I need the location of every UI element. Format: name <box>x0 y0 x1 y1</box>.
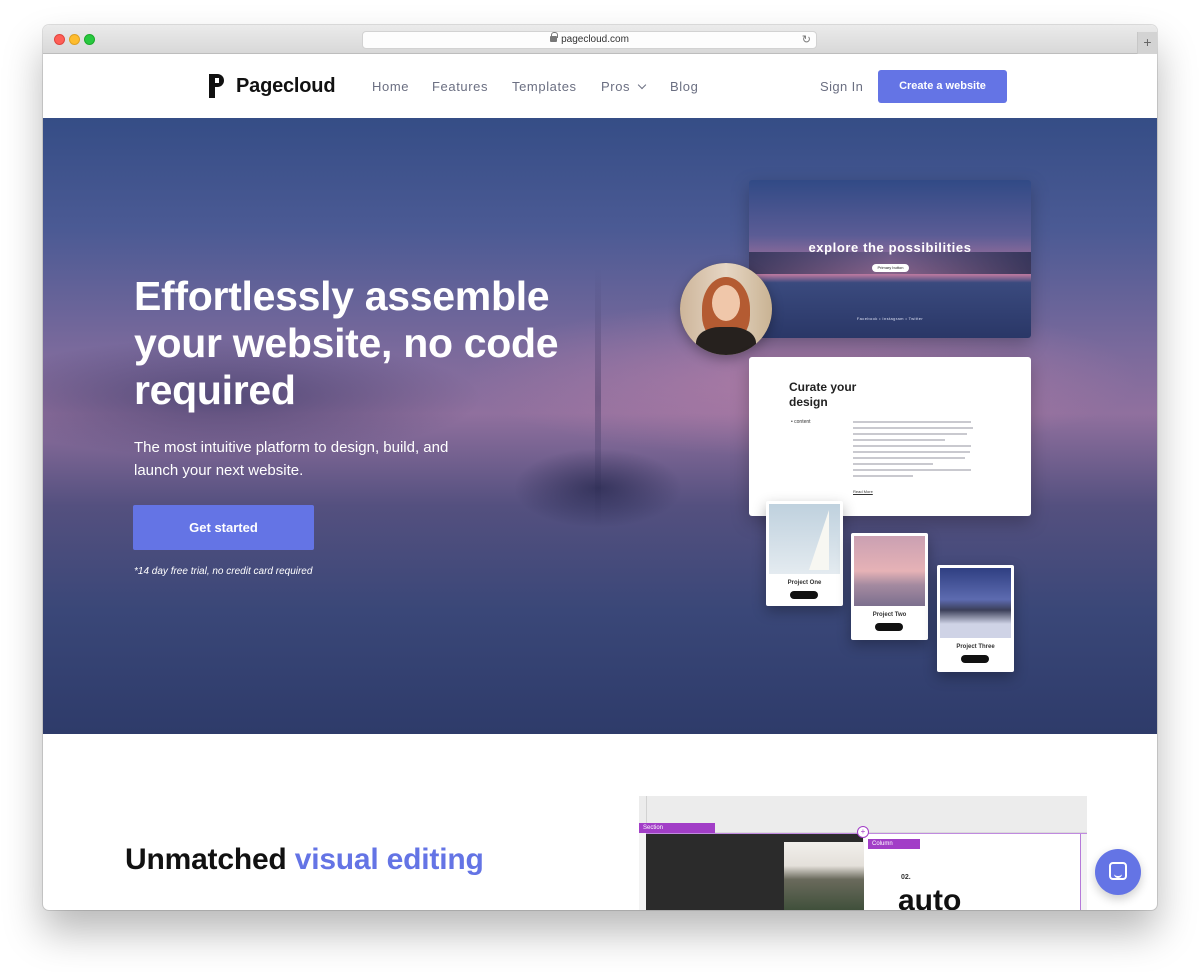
project-image <box>769 504 840 574</box>
browser-titlebar: pagecloud.com ↻ + <box>43 25 1157 54</box>
nav-pros[interactable]: Pros <box>601 79 647 94</box>
sign-in-link[interactable]: Sign In <box>820 79 863 94</box>
project-name: Project One <box>787 580 822 586</box>
editor-column-tag: Column <box>868 839 920 849</box>
curate-text-lines <box>853 421 975 481</box>
section-title: Unmatched visual editing <box>125 843 484 877</box>
pagecloud-logo-icon <box>209 74 227 98</box>
site-header: Pagecloud Home Features Templates Pros B… <box>43 54 1157 118</box>
chat-icon <box>1109 862 1127 880</box>
project-image <box>854 536 925 606</box>
zoom-window-button[interactable] <box>84 34 95 45</box>
hero-title: Effortlessly assemble your website, no c… <box>134 273 559 413</box>
editor-plus-icon: + <box>857 826 869 838</box>
editor-heading: auto <box>898 884 962 910</box>
nav-templates[interactable]: Templates <box>512 79 577 94</box>
curate-bullet: • content <box>791 419 811 425</box>
editor-preview: Section Column + 02. auto <box>639 796 1087 910</box>
avatar <box>680 263 772 355</box>
editor-section-tag: Section <box>639 823 715 833</box>
hero-section: Effortlessly assemble your website, no c… <box>43 118 1157 734</box>
project-button <box>790 591 818 599</box>
explore-button: Primary button <box>872 264 909 272</box>
nav-blog[interactable]: Blog <box>670 79 698 94</box>
lock-icon <box>550 32 559 42</box>
project-card: Project Three <box>937 565 1014 672</box>
create-website-button[interactable]: Create a website <box>878 70 1007 103</box>
address-bar[interactable]: pagecloud.com ↻ <box>362 31 817 49</box>
project-button <box>961 655 989 663</box>
project-card: Project Two <box>851 533 928 640</box>
logo[interactable]: Pagecloud <box>209 73 336 99</box>
editor-photo <box>784 842 864 910</box>
new-tab-button[interactable]: + <box>1137 32 1157 54</box>
project-card: Project One <box>766 501 843 606</box>
trial-note: *14 day free trial, no credit card requi… <box>134 566 313 577</box>
explore-mockup-card: explore the possibilities Primary button… <box>749 180 1031 338</box>
nav-features[interactable]: Features <box>432 79 488 94</box>
hero-subtitle: The most intuitive platform to design, b… <box>134 439 449 479</box>
reload-icon[interactable]: ↻ <box>802 32 811 48</box>
editor-number: 02. <box>901 874 911 881</box>
logo-text: Pagecloud <box>236 74 336 97</box>
section-title-accent: visual editing <box>294 843 484 876</box>
get-started-button[interactable]: Get started <box>133 505 314 550</box>
project-button <box>875 623 903 631</box>
url-text: pagecloud.com <box>561 34 629 45</box>
chevron-down-icon <box>637 80 647 90</box>
project-name: Project Two <box>872 612 907 618</box>
explore-title: explore the possibilities <box>808 240 972 255</box>
section-title-plain: Unmatched <box>125 843 295 876</box>
project-image <box>940 568 1011 638</box>
project-name: Project Three <box>956 644 995 650</box>
minimize-window-button[interactable] <box>69 34 80 45</box>
curate-read-more: Read More <box>853 489 873 494</box>
nav-pros-label: Pros <box>601 79 631 94</box>
explore-social-links: Facebook • Instagram • Twitter <box>856 316 924 321</box>
chat-launcher-button[interactable] <box>1095 849 1141 895</box>
nav-home[interactable]: Home <box>372 79 409 94</box>
curate-title: Curate your design <box>789 380 857 409</box>
browser-window: pagecloud.com ↻ + Pagecloud Home Feature… <box>43 25 1157 910</box>
curate-mockup-card: Curate your design • content Read More <box>749 357 1031 516</box>
hero-background-boat <box>513 448 683 528</box>
close-window-button[interactable] <box>54 34 65 45</box>
